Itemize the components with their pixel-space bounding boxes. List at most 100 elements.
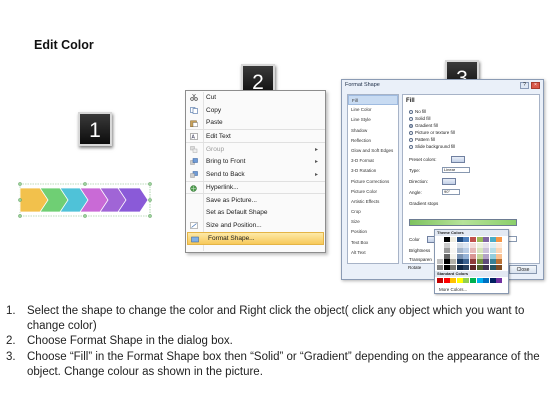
category-alt-text[interactable]: Alt Text bbox=[348, 248, 398, 258]
menu-item-paste[interactable]: Paste bbox=[186, 117, 325, 130]
color-swatch[interactable] bbox=[489, 259, 496, 265]
color-swatch[interactable] bbox=[463, 248, 470, 254]
color-swatch[interactable] bbox=[443, 248, 450, 254]
color-swatch[interactable] bbox=[456, 237, 463, 242]
color-swatch[interactable] bbox=[469, 253, 476, 259]
color-swatch[interactable] bbox=[483, 264, 490, 270]
color-swatch[interactable] bbox=[496, 277, 503, 283]
color-swatch[interactable] bbox=[443, 242, 450, 248]
color-swatch[interactable] bbox=[489, 248, 496, 254]
color-swatch[interactable] bbox=[456, 242, 463, 248]
gradient-stops-bar[interactable] bbox=[409, 219, 517, 226]
color-swatch[interactable] bbox=[456, 259, 463, 265]
radio-button[interactable] bbox=[409, 144, 413, 149]
color-swatch[interactable] bbox=[456, 248, 463, 254]
color-swatch[interactable] bbox=[476, 242, 483, 248]
color-swatch[interactable] bbox=[437, 264, 443, 270]
color-swatch[interactable] bbox=[456, 264, 463, 270]
category-3d-format[interactable]: 3-D Format bbox=[348, 156, 398, 166]
color-swatch[interactable] bbox=[450, 237, 457, 242]
category-reflection[interactable]: Reflection bbox=[348, 136, 398, 146]
color-swatch[interactable] bbox=[496, 259, 503, 265]
category-line-color[interactable]: Line Color bbox=[348, 105, 398, 115]
color-swatch[interactable] bbox=[456, 277, 463, 283]
radio-slide-background-fill[interactable]: Slide background fill bbox=[409, 144, 455, 149]
color-swatch[interactable] bbox=[496, 242, 503, 248]
color-swatch[interactable] bbox=[476, 237, 483, 242]
menu-item-group[interactable]: Group ▸ bbox=[186, 142, 325, 155]
menu-item-edit-text[interactable]: A Edit Text bbox=[186, 129, 325, 142]
color-swatch[interactable] bbox=[443, 277, 450, 283]
color-swatch[interactable] bbox=[476, 259, 483, 265]
rotate-checkbox-label[interactable]: Rotate bbox=[408, 265, 421, 270]
category-fill[interactable]: Fill bbox=[348, 95, 398, 106]
category-position[interactable]: Position bbox=[348, 227, 398, 237]
menu-item-bring-to-front[interactable]: Bring to Front ▸ bbox=[186, 155, 325, 168]
radio-picture-fill[interactable]: Picture or texture fill bbox=[409, 130, 455, 135]
color-swatch[interactable] bbox=[437, 253, 443, 259]
color-swatch[interactable] bbox=[469, 242, 476, 248]
color-swatch[interactable] bbox=[437, 237, 443, 242]
radio-button[interactable] bbox=[409, 130, 413, 135]
color-swatch[interactable] bbox=[443, 253, 450, 259]
menu-item-set-default-shape[interactable]: Set as Default Shape bbox=[186, 206, 325, 219]
radio-gradient-fill[interactable]: Gradient fill bbox=[409, 123, 438, 128]
color-swatch[interactable] bbox=[463, 237, 470, 242]
color-swatch[interactable] bbox=[489, 277, 496, 283]
color-swatch[interactable] bbox=[489, 242, 496, 248]
category-glow[interactable]: Glow and Soft Edges bbox=[348, 146, 398, 156]
radio-pattern-fill[interactable]: Pattern fill bbox=[409, 137, 435, 142]
color-swatch[interactable] bbox=[437, 259, 443, 265]
color-swatch[interactable] bbox=[450, 248, 457, 254]
direction-button[interactable] bbox=[442, 178, 456, 185]
color-swatch[interactable] bbox=[450, 253, 457, 259]
color-swatch[interactable] bbox=[496, 253, 503, 259]
color-swatch[interactable] bbox=[483, 237, 490, 242]
color-swatch[interactable] bbox=[443, 264, 450, 270]
close-icon[interactable]: × bbox=[531, 82, 540, 89]
category-crop[interactable]: Crop bbox=[348, 207, 398, 217]
color-swatch[interactable] bbox=[437, 248, 443, 254]
radio-button[interactable] bbox=[409, 116, 413, 121]
color-swatch[interactable] bbox=[489, 253, 496, 259]
angle-input[interactable]: 90° bbox=[442, 189, 460, 195]
category-size[interactable]: Size bbox=[348, 217, 398, 227]
color-swatch[interactable] bbox=[476, 277, 483, 283]
color-swatch[interactable] bbox=[463, 264, 470, 270]
color-swatch[interactable] bbox=[483, 259, 490, 265]
category-picture-color[interactable]: Picture Color bbox=[348, 187, 398, 197]
color-swatch[interactable] bbox=[496, 264, 503, 270]
radio-no-fill[interactable]: No fill bbox=[409, 109, 426, 114]
color-swatch[interactable] bbox=[463, 259, 470, 265]
help-button[interactable]: ? bbox=[520, 82, 529, 89]
radio-button[interactable] bbox=[409, 109, 413, 114]
menu-item-hyperlink[interactable]: Hyperlink... bbox=[186, 180, 325, 194]
menu-item-cut[interactable]: Cut bbox=[186, 91, 325, 104]
color-swatch[interactable] bbox=[469, 277, 476, 283]
color-swatch[interactable] bbox=[483, 242, 490, 248]
color-swatch[interactable] bbox=[476, 253, 483, 259]
color-swatch[interactable] bbox=[476, 264, 483, 270]
category-text-box[interactable]: Text Box bbox=[348, 238, 398, 248]
color-swatch[interactable] bbox=[443, 259, 450, 265]
more-colors-link[interactable]: More Colors... bbox=[439, 287, 467, 292]
color-swatch[interactable] bbox=[469, 264, 476, 270]
menu-item-save-as-picture[interactable]: Save as Picture... bbox=[186, 193, 325, 206]
color-swatch[interactable] bbox=[463, 277, 470, 283]
radio-button[interactable] bbox=[409, 137, 413, 142]
color-swatch[interactable] bbox=[483, 253, 490, 259]
color-swatch[interactable] bbox=[483, 248, 490, 254]
close-button[interactable]: Close bbox=[509, 265, 537, 274]
menu-item-send-to-back[interactable]: Send to Back ▸ bbox=[186, 168, 325, 181]
color-swatch[interactable] bbox=[496, 248, 503, 254]
color-swatch[interactable] bbox=[476, 248, 483, 254]
radio-button[interactable] bbox=[409, 123, 413, 128]
color-swatch[interactable] bbox=[469, 248, 476, 254]
color-swatch[interactable] bbox=[450, 259, 457, 265]
color-swatch[interactable] bbox=[469, 259, 476, 265]
category-picture-corrections[interactable]: Picture Corrections bbox=[348, 177, 398, 187]
color-swatch[interactable] bbox=[437, 242, 443, 248]
category-3d-rotation[interactable]: 3-D Rotation bbox=[348, 166, 398, 176]
category-shadow[interactable]: Shadow bbox=[348, 126, 398, 136]
color-swatch[interactable] bbox=[489, 264, 496, 270]
